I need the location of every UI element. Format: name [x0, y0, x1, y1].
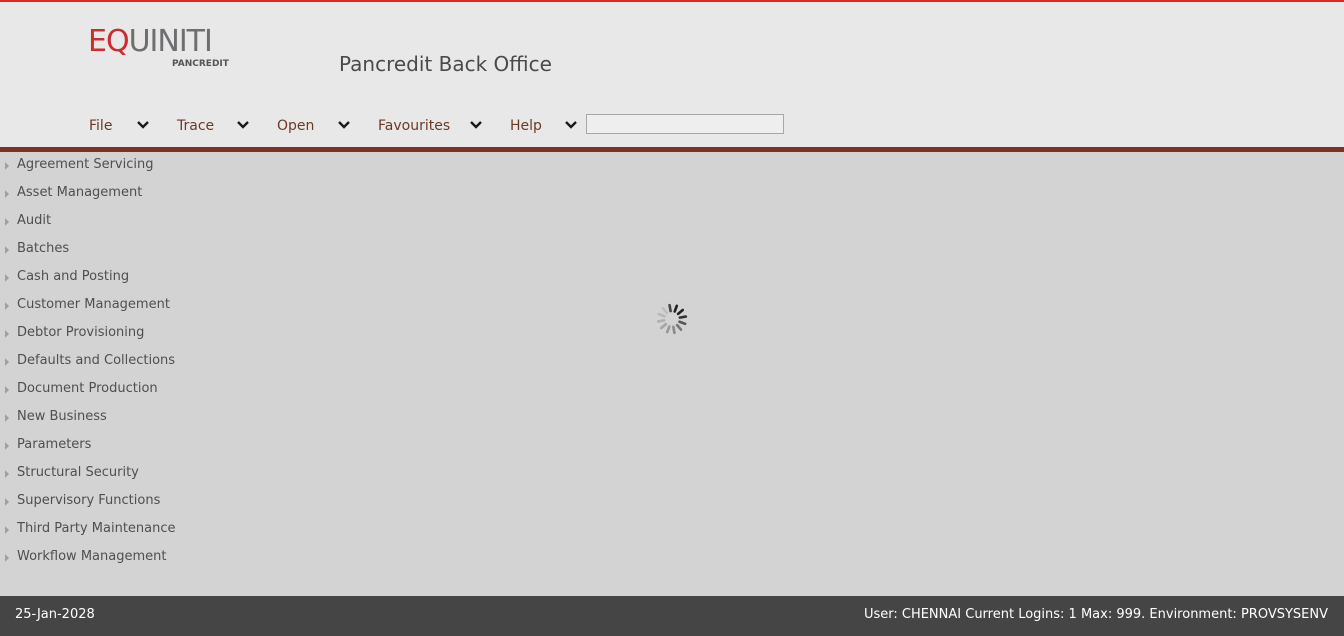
logo-text-prefix: EQ — [88, 24, 130, 59]
sidebar-item-label: Document Production — [17, 381, 158, 396]
sidebar-item-label: Agreement Servicing — [17, 157, 154, 172]
sidebar-item-defaults-and-collections[interactable]: Defaults and Collections — [0, 352, 200, 372]
sidebar-item-agreement-servicing[interactable]: Agreement Servicing — [0, 156, 200, 176]
equiniti-logo: EQUINITI PANCREDIT — [88, 24, 229, 70]
search-input[interactable] — [586, 114, 784, 134]
sidebar-item-label: New Business — [17, 409, 107, 424]
sidebar-item-label: Asset Management — [17, 185, 143, 200]
expand-arrow-icon — [5, 414, 9, 422]
expand-arrow-icon — [5, 498, 9, 506]
footer-date: 25-Jan-2028 — [15, 607, 95, 622]
sidebar-item-label: Workflow Management — [17, 549, 167, 564]
sidebar-item-supervisory-functions[interactable]: Supervisory Functions — [0, 492, 200, 512]
sidebar-item-label: Customer Management — [17, 297, 170, 312]
status-bar: 25-Jan-2028 User: CHENNAI Current Logins… — [0, 596, 1344, 636]
loading-spinner-icon — [656, 303, 688, 335]
logo-text-rest: UINITI — [128, 24, 213, 59]
sidebar-item-third-party-maintenance[interactable]: Third Party Maintenance — [0, 520, 200, 540]
menu-open[interactable]: Open — [277, 114, 314, 138]
expand-arrow-icon — [5, 218, 9, 226]
page-title: Pancredit Back Office — [339, 52, 552, 76]
sidebar-item-label: Supervisory Functions — [17, 493, 161, 508]
sidebar-item-label: Debtor Provisioning — [17, 325, 145, 340]
sidebar-item-batches[interactable]: Batches — [0, 240, 200, 260]
menu-file[interactable]: File — [89, 114, 112, 138]
expand-arrow-icon — [5, 330, 9, 338]
sidebar-item-parameters[interactable]: Parameters — [0, 436, 200, 456]
sidebar-item-label: Third Party Maintenance — [17, 521, 176, 536]
expand-arrow-icon — [5, 162, 9, 170]
sidebar-item-label: Cash and Posting — [17, 269, 130, 284]
chevron-down-icon[interactable] — [337, 119, 351, 131]
expand-arrow-icon — [5, 470, 9, 478]
sidebar-item-customer-management[interactable]: Customer Management — [0, 296, 200, 316]
menu-favourites[interactable]: Favourites — [378, 114, 450, 138]
chevron-down-icon[interactable] — [236, 119, 250, 131]
sidebar-item-new-business[interactable]: New Business — [0, 408, 200, 428]
expand-arrow-icon — [5, 246, 9, 254]
sidebar-item-label: Parameters — [17, 437, 92, 452]
expand-arrow-icon — [5, 274, 9, 282]
expand-arrow-icon — [5, 358, 9, 366]
sidebar-item-label: Audit — [17, 213, 52, 228]
sidebar-item-label: Batches — [17, 241, 70, 256]
sidebar-item-audit[interactable]: Audit — [0, 212, 200, 232]
chevron-down-icon[interactable] — [564, 119, 578, 131]
sidebar-item-label: Structural Security — [17, 465, 139, 480]
expand-arrow-icon — [5, 386, 9, 394]
expand-arrow-icon — [5, 190, 9, 198]
chevron-down-icon[interactable] — [469, 119, 483, 131]
expand-arrow-icon — [5, 302, 9, 310]
sidebar-item-document-production[interactable]: Document Production — [0, 380, 200, 400]
sidebar-item-cash-and-posting[interactable]: Cash and Posting — [0, 268, 200, 288]
sidebar-item-structural-security[interactable]: Structural Security — [0, 464, 200, 484]
footer-session-info: User: CHENNAI Current Logins: 1 Max: 999… — [863, 607, 1328, 622]
chevron-down-icon[interactable] — [136, 119, 150, 131]
menu-help[interactable]: Help — [510, 114, 542, 138]
expand-arrow-icon — [5, 554, 9, 562]
sidebar-item-label: Defaults and Collections — [17, 353, 176, 368]
expand-arrow-icon — [5, 526, 9, 534]
header-divider-bar — [0, 147, 1344, 152]
sidebar-item-asset-management[interactable]: Asset Management — [0, 184, 200, 204]
expand-arrow-icon — [5, 442, 9, 450]
sidebar-item-debtor-provisioning[interactable]: Debtor Provisioning — [0, 324, 200, 344]
logo-subtitle: PANCREDIT — [172, 59, 229, 69]
sidebar-item-workflow-management[interactable]: Workflow Management — [0, 548, 200, 568]
menu-trace[interactable]: Trace — [177, 114, 214, 138]
